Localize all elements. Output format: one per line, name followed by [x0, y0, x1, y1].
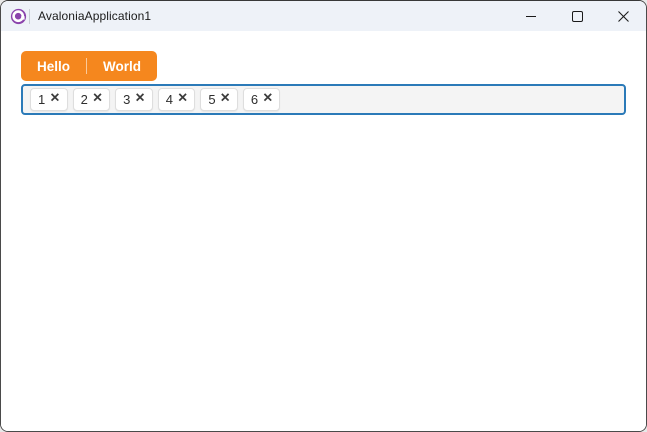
world-button[interactable]: World [87, 51, 157, 81]
chip-label: 6 [250, 92, 259, 107]
titlebar-separator [29, 8, 30, 24]
chip[interactable]: 3 × [115, 88, 153, 111]
chip-remove-button[interactable]: × [135, 89, 145, 107]
chip-remove-button[interactable]: × [177, 89, 188, 107]
chip-remove-button[interactable]: × [220, 89, 230, 107]
close-x-icon: × [177, 89, 188, 107]
app-window: AvaloniaApplication1 Hello World 1 × 2 ×… [0, 0, 647, 432]
chip[interactable]: 1 × [30, 88, 68, 111]
chip-label: 4 [165, 92, 173, 107]
close-x-icon: × [92, 89, 103, 107]
hello-world-split-button: Hello World [21, 51, 158, 81]
window-controls [508, 1, 646, 31]
chip-remove-button[interactable]: × [92, 89, 103, 107]
chip-label: 2 [80, 92, 88, 107]
avalonia-logo-icon[interactable] [10, 8, 27, 25]
close-x-icon: × [263, 89, 273, 107]
chip-label: 5 [208, 92, 216, 107]
close-icon [617, 10, 629, 22]
chip[interactable]: 4 × [157, 88, 196, 111]
chip-remove-button[interactable]: × [50, 89, 60, 107]
close-x-icon: × [220, 89, 230, 107]
window-title: AvaloniaApplication1 [38, 9, 152, 23]
chip[interactable]: 6 × [242, 88, 281, 111]
chip-label: 3 [123, 92, 131, 107]
minimize-button[interactable] [508, 1, 554, 31]
content-area: Hello World 1 × 2 × 3 × 4 × 5 × 6 × [1, 31, 646, 431]
close-x-icon: × [50, 89, 60, 107]
maximize-button[interactable] [554, 1, 600, 31]
hello-button[interactable]: Hello [21, 51, 86, 81]
titlebar[interactable]: AvaloniaApplication1 [1, 1, 646, 31]
minimize-icon [526, 15, 536, 17]
chips-input[interactable]: 1 × 2 × 3 × 4 × 5 × 6 × [21, 84, 626, 115]
maximize-icon [571, 10, 583, 22]
close-x-icon: × [135, 89, 145, 107]
chip-label: 1 [38, 92, 46, 107]
chip-remove-button[interactable]: × [263, 89, 273, 107]
close-button[interactable] [600, 1, 646, 31]
chip[interactable]: 5 × [200, 88, 238, 111]
chip[interactable]: 2 × [72, 88, 111, 111]
